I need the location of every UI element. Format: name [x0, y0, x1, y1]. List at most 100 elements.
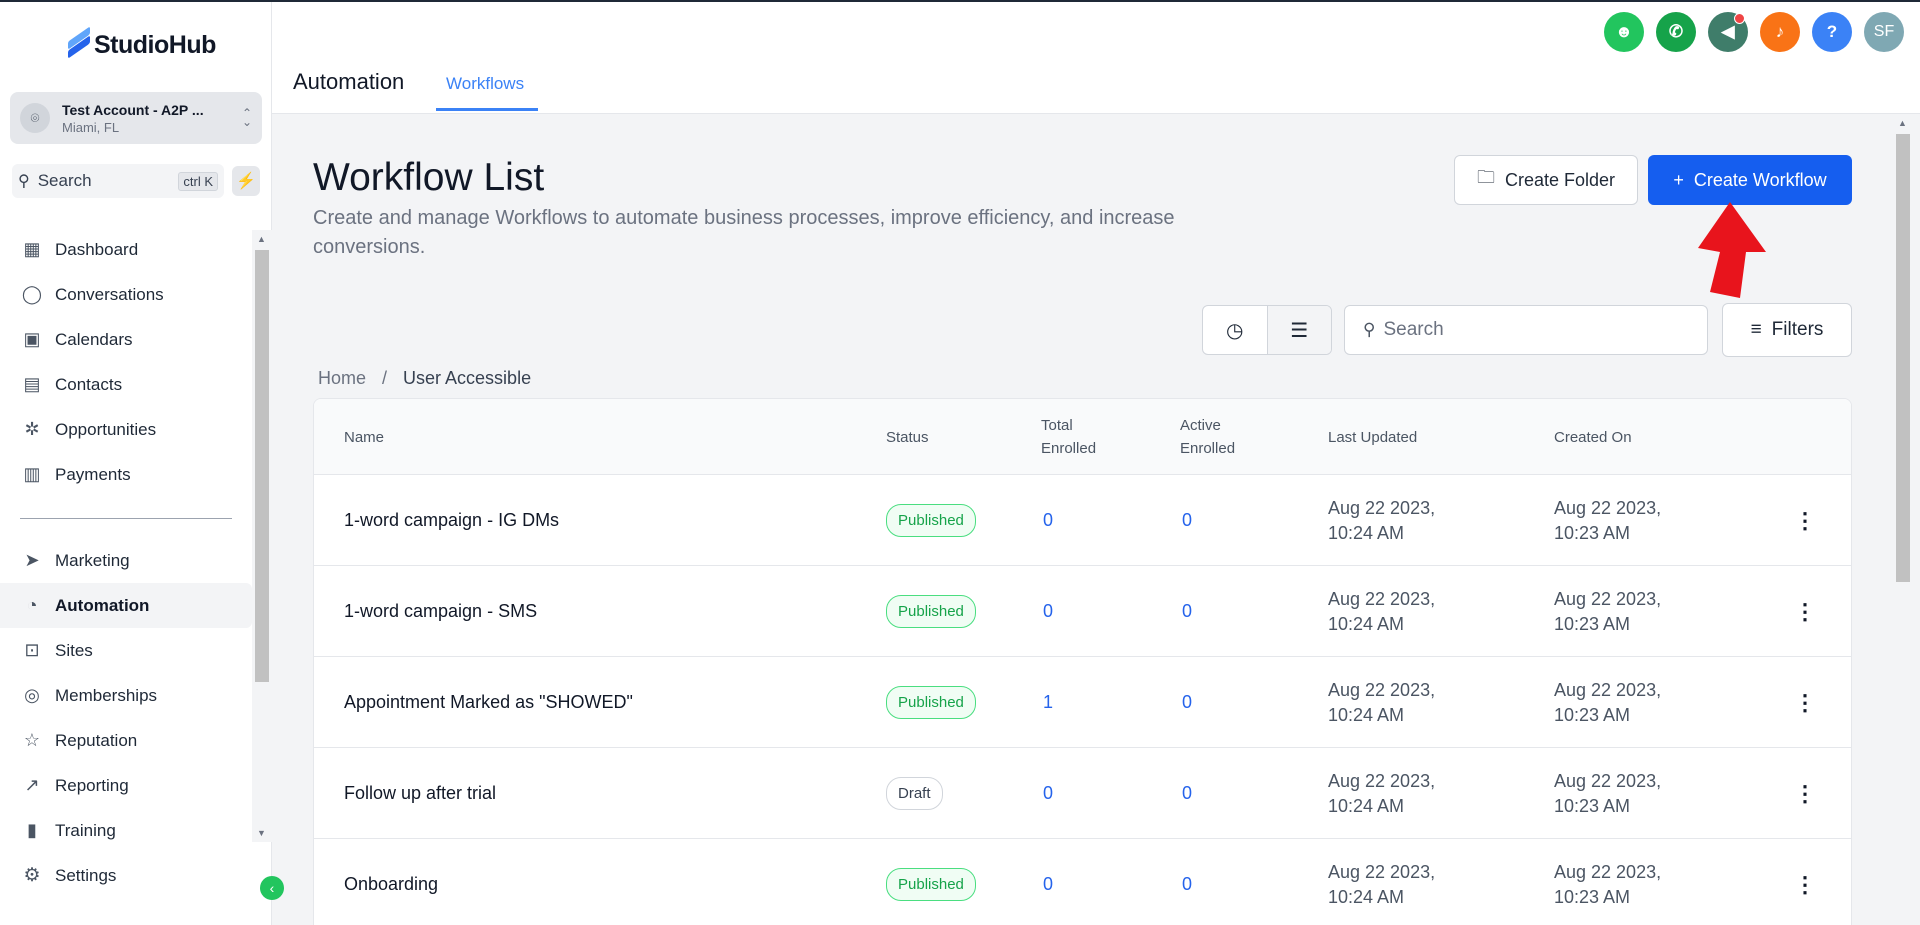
table-row[interactable]: Follow up after trial Draft 0 0 Aug 22 2023,… [314, 748, 1851, 839]
total-enrolled-value[interactable]: 0 [1043, 475, 1053, 566]
search-shortcut-badge: ctrl K [178, 171, 218, 191]
table-row[interactable]: 1-word campaign - SMS Published 0 0 Aug 22 2… [314, 566, 1851, 657]
total-enrolled-value[interactable]: 0 [1043, 748, 1053, 839]
workflow-search-input[interactable] [1383, 319, 1684, 341]
workflow-name[interactable]: 1-word campaign - SMS [344, 566, 537, 657]
main-scrollbar[interactable]: ▲ [1893, 114, 1913, 925]
sidebar-item-reporting[interactable]: ↗ Reporting [0, 763, 252, 808]
active-enrolled-value[interactable]: 0 [1182, 839, 1192, 925]
more-options-kebab-icon[interactable]: ⋮ [1794, 839, 1816, 925]
sidebar-item-label: Opportunities [55, 419, 157, 439]
active-enrolled-value[interactable]: 0 [1182, 657, 1192, 748]
list-view-icon[interactable]: ☰ [1266, 306, 1331, 354]
workflow-name[interactable]: 1-word campaign - IG DMs [344, 475, 559, 566]
created-on-cell: Aug 22 2023, 10:23 AM [1554, 657, 1661, 748]
ai-bot-icon[interactable]: ☻ [1604, 12, 1644, 52]
bell-icon[interactable]: ♪ [1760, 12, 1800, 52]
account-location: Miami, FL [62, 119, 120, 135]
plus-icon: + [1673, 169, 1684, 190]
more-options-kebab-icon[interactable]: ⋮ [1794, 566, 1816, 657]
status-cell: Published [886, 566, 976, 657]
sidebar-scrollbar[interactable]: ▲ ▼ [252, 230, 272, 842]
workflow-name[interactable]: Appointment Marked as "SHOWED" [344, 657, 633, 748]
breadcrumb-separator: / [382, 368, 388, 388]
phone-icon[interactable]: ✆ [1656, 12, 1696, 52]
table-body: 1-word campaign - IG DMs Published 0 0 Aug 2… [314, 475, 1851, 925]
created-on-time: 10:23 AM [1554, 886, 1631, 907]
megaphone-icon[interactable]: ◀ [1708, 12, 1748, 52]
brand-logo[interactable]: StudioHub [66, 26, 216, 60]
sidebar-divider [20, 518, 232, 519]
column-header-last-updated[interactable]: Last Updated [1328, 399, 1417, 475]
created-on-time: 10:23 AM [1554, 522, 1631, 543]
sidebar-item-dashboard[interactable]: ▦ Dashboard [0, 227, 252, 272]
sidebar-item-calendars[interactable]: ▣ Calendars [0, 317, 252, 362]
filter-lines-icon: ≡ [1750, 319, 1762, 340]
sidebar-item-conversations[interactable]: ◯ Conversations [0, 272, 252, 317]
workflow-name[interactable]: Onboarding [344, 839, 438, 925]
breadcrumb-current: User Accessible [403, 368, 532, 388]
sidebar-item-memberships[interactable]: ◎ Memberships [0, 673, 252, 718]
collapse-sidebar-button[interactable]: ‹ [260, 876, 284, 900]
table-row[interactable]: 1-word campaign - IG DMs Published 0 0 Aug 2… [314, 475, 1851, 566]
sidebar-item-contacts[interactable]: ▤ Contacts [0, 362, 252, 407]
created-on-time: 10:23 AM [1554, 704, 1631, 725]
main-scrollbar-thumb[interactable] [1896, 134, 1910, 582]
column-header-total-enrolled: Total Enrolled [1041, 417, 1097, 457]
scroll-up-arrow-icon[interactable]: ▲ [257, 234, 266, 244]
star-icon: ☆ [23, 730, 41, 750]
total-enrolled-value[interactable]: 1 [1043, 657, 1053, 748]
filters-button[interactable]: ≡ Filters [1722, 303, 1852, 357]
window-top-border [0, 0, 1920, 2]
sidebar-item-reputation[interactable]: ☆ Reputation [0, 718, 252, 763]
sidebar-item-payments[interactable]: ▥ Payments [0, 452, 252, 497]
filters-label: Filters [1771, 319, 1824, 340]
recent-clock-icon[interactable]: ◷ [1203, 306, 1267, 354]
sidebar-scrollbar-thumb[interactable] [255, 250, 269, 682]
location-pin-icon: ⌾ [20, 103, 50, 133]
create-workflow-button[interactable]: + Create Workflow [1648, 155, 1852, 205]
sidebar-item-automation[interactable]: ◔ Automation [0, 583, 252, 628]
column-header-created-on[interactable]: Created On [1554, 399, 1632, 475]
search-icon: ⚲ [1363, 320, 1376, 339]
total-enrolled-value[interactable]: 0 [1043, 839, 1053, 925]
account-switcher[interactable]: ⌾ Test Account - A2P ... Miami, FL ⌃ ⌄ [10, 92, 262, 144]
created-on-cell: Aug 22 2023, 10:23 AM [1554, 566, 1661, 657]
sidebar-item-marketing[interactable]: ➤ Marketing [0, 538, 252, 583]
table-row[interactable]: Appointment Marked as "SHOWED" Published 1… [314, 657, 1851, 748]
sidebar-nav-secondary: ➤ Marketing ◔ Automation ⊡ Sites ◎ Memberships ☆… [0, 538, 252, 853]
sidebar-item-opportunities[interactable]: ✲ Opportunities [0, 407, 252, 452]
sidebar-item-training[interactable]: ▮ Training [0, 808, 252, 853]
sidebar-search[interactable]: ⚲ Search ctrl K [12, 164, 224, 198]
sidebar-item-settings[interactable]: ⚙ Settings [20, 864, 116, 887]
sidebar: StudioHub ⌾ Test Account - A2P ... Miami… [0, 0, 272, 925]
opportunities-icon: ✲ [24, 419, 40, 439]
breadcrumb-home[interactable]: Home [318, 368, 366, 389]
table-header: Name Status Total Enrolled Active Enroll… [314, 399, 1851, 475]
column-header-active-enrolled: Active Enrolled [1180, 417, 1236, 457]
active-enrolled-value[interactable]: 0 [1182, 475, 1192, 566]
workflow-name[interactable]: Follow up after trial [344, 748, 496, 839]
sidebar-item-label: Training [55, 820, 116, 840]
more-options-kebab-icon[interactable]: ⋮ [1794, 748, 1816, 839]
quick-actions-bolt-icon[interactable]: ⚡ [232, 166, 260, 196]
active-enrolled-value[interactable]: 0 [1182, 566, 1192, 657]
column-header-name[interactable]: Name [344, 399, 384, 475]
more-options-kebab-icon[interactable]: ⋮ [1794, 475, 1816, 566]
create-folder-button[interactable]: 🗀 Create Folder [1454, 155, 1638, 205]
table-row[interactable]: Onboarding Published 0 0 Aug 22 2023, 10:24 A… [314, 839, 1851, 925]
active-enrolled-value[interactable]: 0 [1182, 748, 1192, 839]
status-badge: Published [886, 504, 976, 537]
column-header-status: Status [886, 428, 929, 446]
total-enrolled-value[interactable]: 0 [1043, 566, 1053, 657]
workflow-search: ⚲ [1344, 305, 1708, 355]
user-avatar[interactable]: SF [1864, 12, 1904, 52]
help-icon[interactable]: ? [1812, 12, 1852, 52]
scroll-up-arrow-icon[interactable]: ▲ [1898, 118, 1907, 128]
tab-workflows[interactable]: Workflows [446, 74, 524, 94]
scroll-down-arrow-icon[interactable]: ▼ [257, 828, 266, 838]
more-options-kebab-icon[interactable]: ⋮ [1794, 657, 1816, 748]
created-on-cell: Aug 22 2023, 10:23 AM [1554, 839, 1661, 925]
sidebar-item-sites[interactable]: ⊡ Sites [0, 628, 252, 673]
contacts-book-icon: ▤ [23, 374, 41, 394]
